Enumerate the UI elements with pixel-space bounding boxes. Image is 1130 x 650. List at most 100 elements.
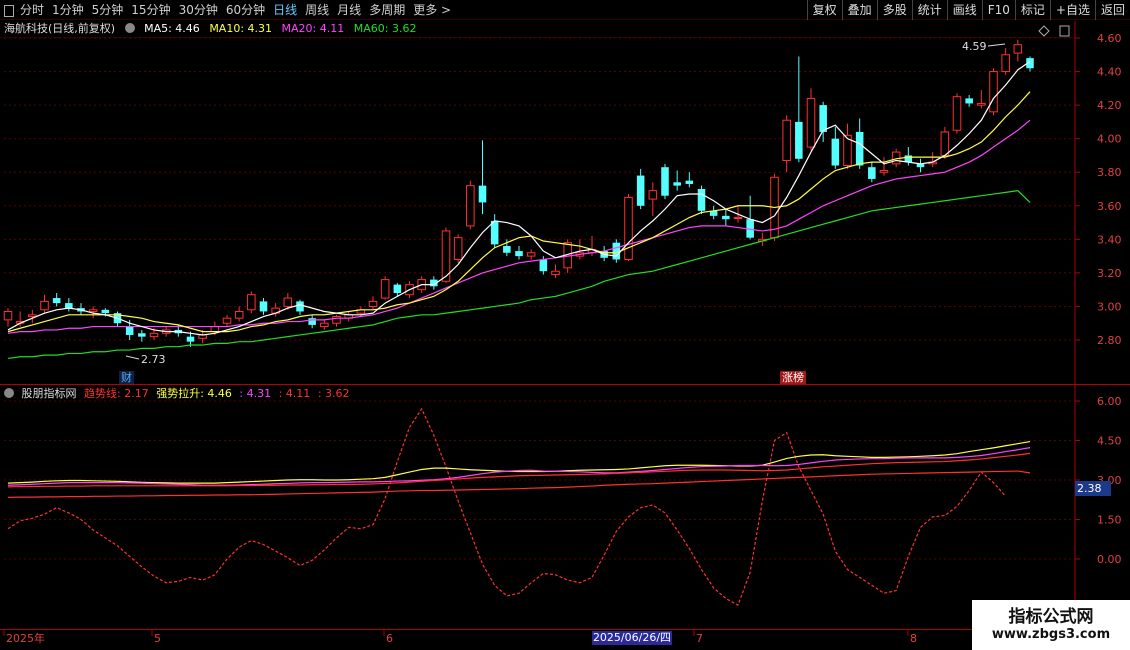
site-watermark: 指标公式网 www.zbgs3.com: [972, 600, 1130, 650]
chart-canvas[interactable]: 4.60 4.40 4.20 4.00 3.80 3.60 3.40 3.20 3.00 2.80…: [0, 0, 1130, 650]
indicator-name: 股朋指标网: [21, 387, 77, 400]
sub-tick-label: 4.50: [1097, 435, 1122, 448]
settings-icon[interactable]: [4, 388, 14, 398]
candle-body-up: [977, 102, 986, 106]
candle-body-up: [3, 310, 13, 321]
candle-body-up: [648, 190, 658, 200]
candle-body-down: [478, 185, 487, 203]
candle-body-up: [368, 300, 378, 307]
candle-body-up: [28, 314, 37, 318]
price-tick-label: 4.60: [1097, 32, 1122, 45]
date-label: 6: [386, 632, 393, 645]
candle-body-down: [259, 301, 268, 312]
price-tick-label: 4.20: [1097, 99, 1122, 112]
stock-chart-app: 分时 1分钟 5分钟 15分钟 30分钟 60分钟 日线 周线 月线 多周期 更多 > 复权 叠加 多股…: [0, 0, 1130, 650]
candle-body-down: [503, 246, 511, 253]
candle-body-down: [855, 131, 864, 166]
sub-value-4: : 3.62: [317, 387, 350, 400]
candle-body-up: [1001, 54, 1010, 73]
candle-body-up: [551, 270, 560, 276]
candle-body-down: [125, 326, 134, 335]
candle-body-down: [393, 284, 402, 294]
candle-body-up: [149, 332, 159, 338]
finance-marker[interactable]: 财: [119, 371, 134, 384]
trend-line: [7, 407, 1007, 606]
candle-body-down: [697, 189, 706, 211]
candle-body-up: [624, 196, 633, 260]
price-tick-label: 3.80: [1097, 166, 1122, 179]
cursor-date: 2025/06/26/四: [592, 631, 672, 645]
trend-label: 趋势线: 2.17: [84, 387, 149, 400]
price-tick-label: 4.00: [1097, 133, 1122, 146]
candle-body-up: [782, 119, 791, 161]
diamond-icon: [1038, 25, 1050, 37]
candle-body-down: [101, 309, 110, 314]
strong-line: [7, 440, 1031, 484]
candle-body-up: [40, 300, 49, 311]
candle-body-down: [52, 298, 61, 304]
candle-body-up: [234, 310, 244, 319]
window-icon: [1059, 25, 1070, 37]
date-label: 2025年: [6, 631, 45, 645]
price-tick-label: 3.40: [1097, 233, 1122, 246]
candle-body-up: [733, 217, 743, 220]
candle-body-down: [296, 301, 304, 312]
sub-tick-label: 0.00: [1097, 553, 1122, 566]
candle-body-up: [806, 97, 816, 148]
candle-body-down: [661, 167, 669, 196]
candle-body-up: [210, 326, 220, 333]
low-price-label: 2.73: [141, 353, 166, 366]
high-arrow: [987, 43, 1006, 47]
strong-label: 强势拉升: 4.46: [156, 387, 232, 400]
sub-value-2: : 4.31: [239, 387, 272, 400]
candle-body-down: [308, 318, 316, 325]
candle-body-down: [186, 336, 195, 342]
ma5-line: [7, 60, 1031, 336]
candle-body-down: [490, 220, 499, 245]
candle-body-up: [952, 96, 962, 131]
candle-body-up: [88, 309, 98, 312]
candle-body-up: [453, 237, 463, 260]
candle-body-down: [65, 303, 73, 309]
candle-body-down: [673, 182, 681, 186]
high-price-label: 4.59: [962, 40, 987, 53]
sub-value-3: : 4.11: [278, 387, 311, 400]
candle-body-down: [138, 333, 146, 337]
price-tick-label: 3.20: [1097, 267, 1122, 280]
date-label: 7: [696, 632, 703, 645]
candle-body-up: [940, 131, 950, 156]
candle-body-up: [526, 252, 536, 257]
price-tick-label: 3.00: [1097, 300, 1122, 313]
price-tick-label: 4.40: [1097, 66, 1122, 79]
candle-body-up: [380, 279, 390, 299]
candle-body-up: [466, 185, 475, 227]
candle-body-down: [965, 98, 973, 104]
candle-body-down: [904, 155, 913, 163]
candle-body-up: [1013, 44, 1023, 54]
candle-body-down: [831, 138, 840, 166]
ma10-line: [7, 91, 1031, 333]
candle-body-up: [320, 322, 329, 328]
candle-body-down: [795, 121, 803, 159]
price-tick-label: 3.60: [1097, 200, 1122, 213]
price-tick-label: 2.80: [1097, 334, 1122, 347]
candle-body-down: [539, 259, 548, 272]
candle-body-up: [332, 316, 341, 324]
candle-body-up: [283, 297, 293, 307]
candle-body-up: [989, 71, 998, 113]
candle-body-up: [222, 317, 232, 324]
candle-body-down: [685, 180, 694, 184]
watermark-title: 指标公式网: [1008, 607, 1094, 627]
date-label: 8: [910, 632, 917, 645]
candle-body-up: [247, 294, 256, 311]
sub-indicator-info: 股朋指标网 趋势线: 2.17 强势拉升: 4.46 : 4.31 : 4.11…: [4, 387, 354, 401]
zhangbang-marker[interactable]: 涨榜: [780, 371, 806, 384]
candle-body-down: [868, 167, 876, 179]
candle-body-down: [722, 215, 730, 220]
candle-body-down: [515, 251, 523, 257]
date-label: 5: [154, 632, 161, 645]
watermark-url: www.zbgs3.com: [991, 627, 1111, 642]
candle-body-down: [636, 175, 645, 206]
sub-tick-label: 6.00: [1097, 395, 1122, 408]
ma60-line: [7, 190, 1031, 360]
